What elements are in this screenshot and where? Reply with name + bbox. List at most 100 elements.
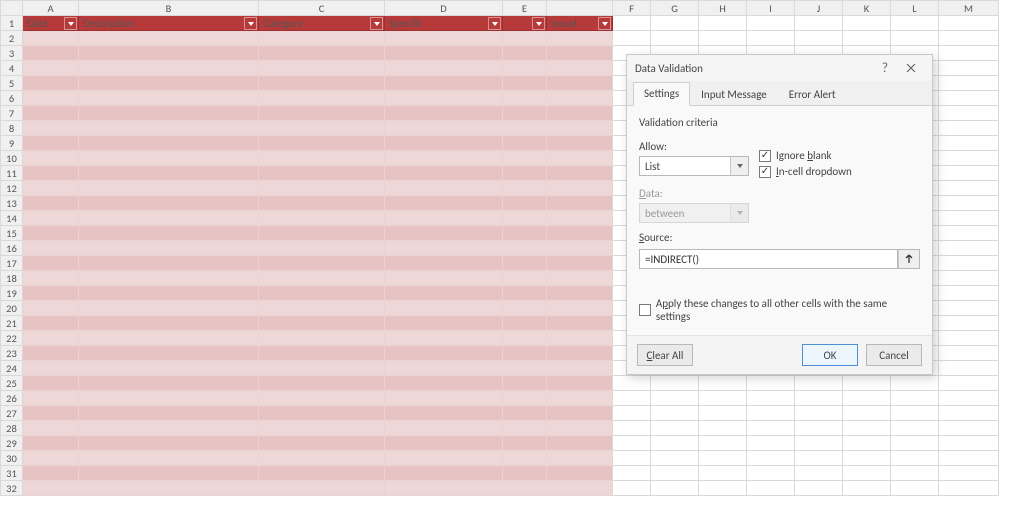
table-cell[interactable] — [259, 466, 385, 481]
table-cell[interactable] — [385, 241, 503, 256]
table-cell[interactable] — [503, 241, 547, 256]
cell[interactable] — [795, 466, 843, 481]
table-cell[interactable] — [259, 361, 385, 376]
cell[interactable] — [939, 31, 999, 46]
chevron-down-icon[interactable] — [730, 157, 748, 175]
table-cell[interactable] — [385, 436, 503, 451]
table-cell[interactable] — [259, 436, 385, 451]
table-cell[interactable] — [23, 31, 79, 46]
cell[interactable] — [939, 346, 999, 361]
tab-error-alert[interactable]: Error Alert — [778, 83, 847, 106]
cell[interactable] — [613, 31, 651, 46]
table-cell[interactable] — [385, 226, 503, 241]
cell[interactable] — [891, 436, 939, 451]
table-cell[interactable] — [547, 106, 613, 121]
cell[interactable] — [843, 466, 891, 481]
table-cell[interactable] — [503, 466, 547, 481]
row-header[interactable]: 10 — [1, 151, 23, 166]
filter-dropdown-icon[interactable] — [532, 17, 545, 30]
table-cell[interactable] — [503, 391, 547, 406]
table-cell[interactable] — [503, 301, 547, 316]
filter-dropdown-icon[interactable] — [64, 17, 77, 30]
table-cell[interactable] — [259, 286, 385, 301]
row-header[interactable]: 32 — [1, 481, 23, 496]
cell[interactable] — [939, 46, 999, 61]
cell[interactable] — [939, 211, 999, 226]
cell[interactable] — [939, 331, 999, 346]
row-header[interactable]: 28 — [1, 421, 23, 436]
cell[interactable] — [939, 196, 999, 211]
table-header-cell[interactable] — [503, 16, 547, 31]
cell[interactable] — [939, 121, 999, 136]
table-cell[interactable] — [547, 46, 613, 61]
cell[interactable] — [939, 181, 999, 196]
table-cell[interactable] — [547, 61, 613, 76]
table-cell[interactable] — [79, 226, 259, 241]
table-cell[interactable] — [503, 196, 547, 211]
row-header[interactable]: 17 — [1, 256, 23, 271]
table-cell[interactable] — [259, 346, 385, 361]
table-cell[interactable] — [385, 31, 503, 46]
row-header[interactable]: 21 — [1, 316, 23, 331]
table-cell[interactable] — [503, 451, 547, 466]
cell[interactable] — [939, 151, 999, 166]
table-cell[interactable] — [547, 436, 613, 451]
cell[interactable] — [747, 406, 795, 421]
cell[interactable] — [651, 466, 699, 481]
cell[interactable] — [939, 271, 999, 286]
table-cell[interactable] — [547, 151, 613, 166]
cell[interactable] — [939, 436, 999, 451]
cell[interactable] — [939, 451, 999, 466]
table-cell[interactable] — [79, 286, 259, 301]
table-cell[interactable] — [23, 286, 79, 301]
table-cell[interactable] — [547, 166, 613, 181]
allow-combobox[interactable]: List — [639, 156, 749, 176]
row-header[interactable]: 31 — [1, 466, 23, 481]
table-cell[interactable] — [547, 121, 613, 136]
table-cell[interactable] — [385, 406, 503, 421]
column-header[interactable]: I — [747, 1, 795, 16]
table-cell[interactable] — [79, 121, 259, 136]
cell[interactable] — [939, 136, 999, 151]
table-cell[interactable] — [547, 361, 613, 376]
cell[interactable] — [747, 421, 795, 436]
table-cell[interactable] — [503, 316, 547, 331]
table-cell[interactable] — [23, 466, 79, 481]
table-header-cell[interactable]: Description — [79, 16, 259, 31]
table-cell[interactable] — [79, 271, 259, 286]
table-cell[interactable] — [23, 46, 79, 61]
column-header[interactable]: J — [795, 1, 843, 16]
cell[interactable] — [699, 466, 747, 481]
cell[interactable] — [795, 16, 843, 31]
table-cell[interactable] — [547, 181, 613, 196]
cell[interactable] — [747, 436, 795, 451]
cell[interactable] — [795, 421, 843, 436]
table-cell[interactable] — [79, 76, 259, 91]
table-cell[interactable] — [79, 421, 259, 436]
table-cell[interactable] — [259, 166, 385, 181]
column-header[interactable]: E — [503, 1, 547, 16]
table-cell[interactable] — [259, 136, 385, 151]
table-cell[interactable] — [547, 316, 613, 331]
table-cell[interactable] — [503, 346, 547, 361]
filter-dropdown-icon[interactable] — [244, 17, 257, 30]
row-header[interactable]: 30 — [1, 451, 23, 466]
table-cell[interactable] — [503, 76, 547, 91]
table-cell[interactable] — [79, 436, 259, 451]
cell[interactable] — [613, 16, 651, 31]
table-cell[interactable] — [79, 46, 259, 61]
table-cell[interactable] — [23, 256, 79, 271]
cell[interactable] — [843, 406, 891, 421]
table-cell[interactable] — [385, 331, 503, 346]
table-cell[interactable] — [547, 136, 613, 151]
cell[interactable] — [795, 451, 843, 466]
table-cell[interactable] — [547, 211, 613, 226]
cell[interactable] — [795, 391, 843, 406]
cell[interactable] — [939, 391, 999, 406]
table-cell[interactable] — [23, 76, 79, 91]
cell[interactable] — [939, 256, 999, 271]
table-cell[interactable] — [503, 61, 547, 76]
table-cell[interactable] — [385, 346, 503, 361]
table-cell[interactable] — [79, 151, 259, 166]
table-cell[interactable] — [385, 46, 503, 61]
